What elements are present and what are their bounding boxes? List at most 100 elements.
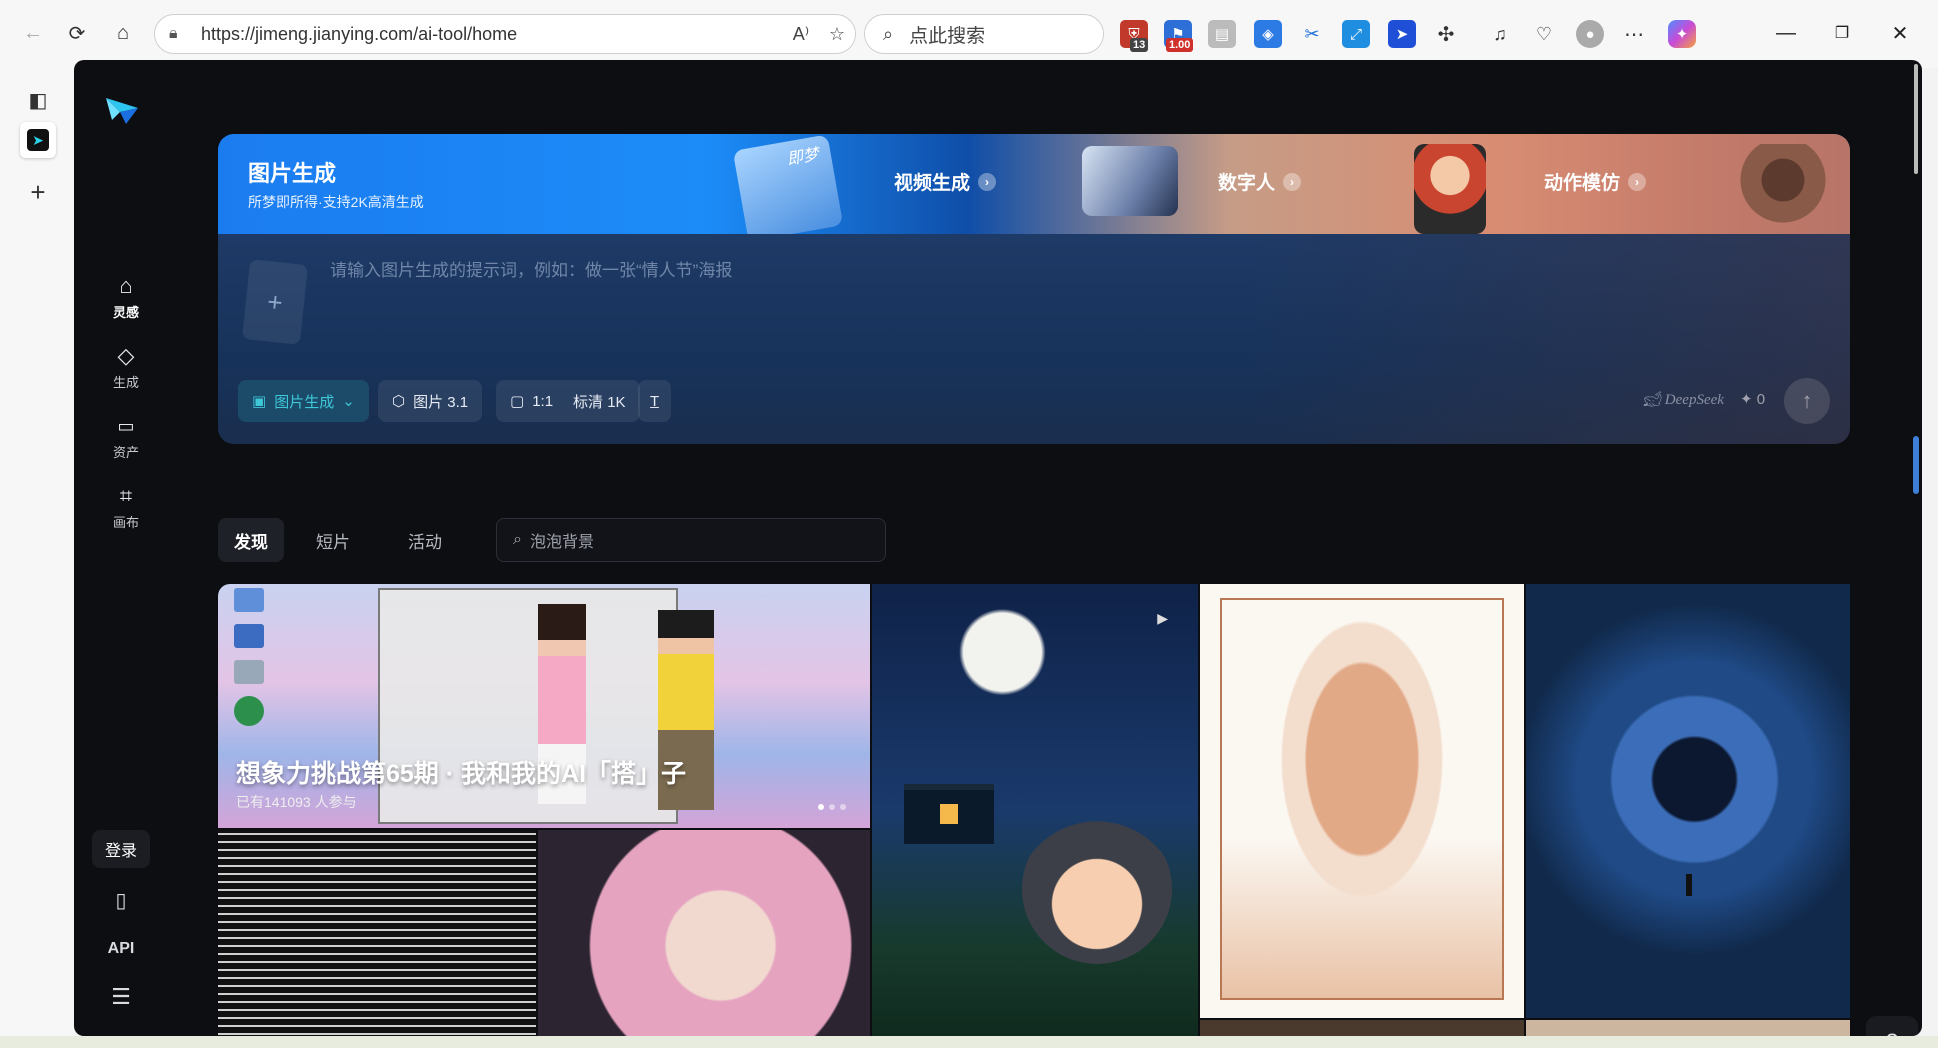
extension-badge-count: 13 [1130, 38, 1149, 52]
extension-resize-icon[interactable]: ⤢ [1342, 20, 1370, 48]
tab-shorts[interactable]: 短片 [300, 518, 366, 562]
feature-digital-human[interactable]: 数字人 › [1218, 168, 1302, 195]
chevron-right-icon: › [1283, 172, 1302, 191]
cat-illustration [1220, 598, 1504, 1000]
more-menu-icon[interactable]: ⋯ [1620, 20, 1648, 48]
computer-icon [234, 588, 264, 612]
close-icon[interactable]: ✕ [1880, 18, 1920, 48]
deepseek-toggle[interactable]: 🐋︎ DeepSeek [1642, 390, 1724, 409]
feature-video-generate[interactable]: 视频生成 › [894, 168, 997, 195]
sidebar-item-label: 生成 [112, 375, 139, 390]
feature-motion-imitation[interactable]: 动作模仿 › [1544, 168, 1647, 195]
carousel-dot[interactable] [829, 804, 835, 810]
tab-panel-icon[interactable]: ◧ [20, 82, 56, 118]
tab-events[interactable]: 活动 [392, 518, 458, 562]
new-tab-icon[interactable]: + [20, 174, 56, 210]
blue-vortex-card[interactable] [1526, 584, 1850, 1018]
page-scrollbar-track[interactable] [1914, 64, 1918, 174]
prompt-input[interactable]: 请输入图片生成的提示词，例如：做一张“情人节”海报 [330, 256, 732, 281]
upload-image-button[interactable]: + [241, 259, 309, 345]
browser-search-placeholder: 点此搜索 [909, 25, 986, 47]
chevron-down-icon: ⌄ [342, 393, 355, 410]
search-icon: ⌕ [883, 23, 894, 44]
extension-scissors-icon[interactable]: ✂ [1298, 20, 1326, 48]
carousel-dot[interactable] [840, 804, 846, 810]
gallery-card-partial[interactable] [1200, 1020, 1524, 1036]
cat-engraving-card[interactable] [1200, 584, 1524, 1018]
prompt-area: + 请输入图片生成的提示词，例如：做一张“情人节”海报 ▣ 图片生成 ⌄ ⬡ 图… [218, 234, 1850, 444]
health-heart-icon[interactable]: ♡ [1530, 20, 1558, 48]
address-bar[interactable]: 🔒︎ https://jimeng.jianying.com/ai-tool/h… [154, 14, 856, 54]
gallery-search-input[interactable]: ⌕ 泡泡背景 [496, 518, 886, 562]
back-icon[interactable]: ← [18, 18, 48, 48]
feature-label: 数字人 [1218, 173, 1276, 194]
quality-label: 标清 1K [573, 393, 626, 411]
cube-icon: ⬡ [392, 393, 406, 410]
model-selector[interactable]: ⬡ 图片 3.1 [378, 380, 483, 422]
extensions-puzzle-icon[interactable]: ✣ [1432, 20, 1460, 48]
extension-shield-blue-icon[interactable]: ◈ [1254, 20, 1282, 48]
extension-arrow-icon[interactable]: ➤ [1388, 20, 1416, 48]
gallery-card-partial[interactable] [1526, 1020, 1850, 1036]
chevron-right-icon: › [1628, 172, 1647, 191]
hero-subtitle: 所梦即所得·支持2K高清生成 [248, 194, 424, 210]
home-icon: ⌂ [119, 273, 133, 298]
text-style-button[interactable]: T̲ [638, 380, 672, 422]
extension-badge-value: 1.00 [1166, 38, 1194, 52]
folder-icon: ▭ [117, 416, 135, 436]
login-button[interactable]: 登录 [92, 830, 150, 868]
sidebar-item-assets[interactable]: ▭ 资产 [82, 412, 170, 461]
ratio-quality-selector[interactable]: ▢ 1:1 标清 1K [496, 380, 640, 422]
carousel-dots[interactable] [818, 804, 846, 810]
music-icon[interactable]: ♫ [1486, 20, 1514, 48]
profile-avatar-icon[interactable]: ● [1576, 20, 1604, 48]
credits-counter: ✦ 0 [1740, 390, 1765, 408]
chevron-right-icon: › [978, 172, 997, 191]
mode-selector[interactable]: ▣ 图片生成 ⌄ [238, 380, 369, 422]
ratio-label: 1:1 [532, 392, 554, 410]
browser-search-box[interactable]: ⌕ 点此搜索 [864, 14, 1104, 54]
read-aloud-icon[interactable]: A⁾ [783, 24, 819, 45]
globe-icon [234, 696, 264, 726]
airplane-thumbnail [1082, 146, 1178, 216]
sidebar-item-generate[interactable]: ◇ 生成 [82, 342, 170, 391]
carousel-dot[interactable] [818, 804, 824, 810]
mobile-app-icon[interactable]: ▯ [92, 888, 150, 913]
tab-discover[interactable]: 发现 [218, 518, 284, 562]
refresh-icon[interactable]: ⟳ [62, 18, 92, 48]
text-format-icon: T̲ [650, 392, 660, 410]
generation-panel: 图片生成 所梦即所得·支持2K高清生成 即梦 视频生成 › 数字人 › 动作模仿… [218, 134, 1850, 444]
moon-boy-card[interactable]: ▶ [872, 584, 1198, 1036]
person-silhouette [1686, 874, 1692, 896]
sparkle-icon: ✦ [1740, 391, 1753, 408]
send-button[interactable]: ↑ [1784, 378, 1830, 424]
deepseek-whale-icon: 🐋︎ [1642, 392, 1662, 408]
square-ratio-icon: ▢ [510, 393, 525, 410]
home-icon[interactable]: ⌂ [108, 18, 138, 48]
glitch-portrait-card[interactable] [218, 830, 536, 1036]
jimeng-logo-icon[interactable] [102, 90, 142, 130]
sidebar-item-label: 资产 [112, 445, 139, 460]
favorite-star-icon[interactable]: ☆ [819, 24, 855, 45]
diamond-icon: ◇ [117, 343, 135, 368]
menu-icon[interactable]: ☰ [92, 984, 150, 1010]
window-light [940, 804, 958, 824]
challenge-banner-card[interactable]: 想象力挑战第65期 · 我和我的AI「搭」子 已有141093 人参与 [218, 584, 870, 828]
copilot-icon[interactable]: ✦ [1668, 20, 1696, 48]
help-button[interactable]: ? [1866, 1016, 1918, 1036]
model-label: 图片 3.1 [413, 393, 469, 411]
browser-toolbar: ← ⟳ ⌂ 🔒︎ https://jimeng.jianying.com/ai-… [0, 0, 1938, 68]
image-mode-icon: ▣ [252, 393, 267, 410]
sidebar-item-label: 灵感 [112, 305, 139, 320]
sidebar-item-canvas[interactable]: ⌗ 画布 [82, 482, 170, 531]
jimeng-tab-icon[interactable]: ➤ [20, 122, 56, 158]
api-link[interactable]: API [92, 940, 150, 958]
page-scrollbar-thumb[interactable] [1913, 436, 1919, 494]
feature-label: 视频生成 [894, 173, 971, 194]
pink-hair-portrait-card[interactable] [538, 830, 870, 1036]
extension-doc-icon[interactable]: ▤ [1208, 20, 1236, 48]
restore-icon[interactable]: ❐ [1822, 18, 1862, 48]
sidebar-item-inspiration[interactable]: ⌂ 灵感 [82, 272, 170, 321]
character-thumbnail [1414, 144, 1486, 234]
minimize-icon[interactable]: — [1766, 18, 1806, 48]
